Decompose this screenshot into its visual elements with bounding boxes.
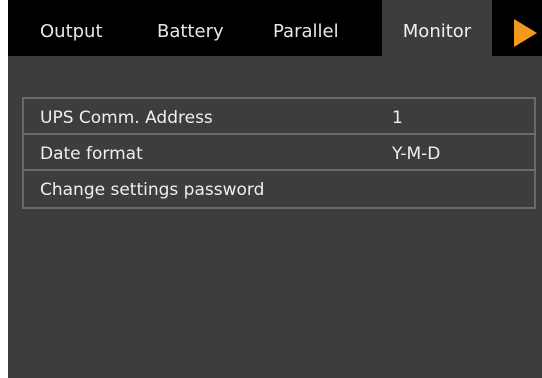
- settings-table: UPS Comm. Address 1 Date format Y-M-D Ch…: [22, 97, 536, 209]
- ups-display-screen: Output Battery Parallel Monitor UPS Comm…: [8, 0, 542, 378]
- tab-output[interactable]: Output: [40, 0, 103, 56]
- tab-monitor[interactable]: Monitor: [382, 0, 492, 56]
- setting-row-change-password[interactable]: Change settings password: [24, 171, 534, 207]
- device-frame: Output Battery Parallel Monitor UPS Comm…: [0, 0, 542, 378]
- tab-bar: Output Battery Parallel Monitor: [8, 0, 542, 56]
- tab-parallel[interactable]: Parallel: [273, 0, 339, 56]
- setting-label: UPS Comm. Address: [40, 108, 213, 128]
- setting-row-date-format[interactable]: Date format Y-M-D: [24, 135, 534, 171]
- setting-label: Date format: [40, 144, 143, 164]
- next-tab-button[interactable]: [512, 18, 538, 48]
- play-arrow-icon: [514, 19, 537, 47]
- setting-value: Y-M-D: [392, 144, 441, 164]
- setting-row-ups-comm-address[interactable]: UPS Comm. Address 1: [24, 99, 534, 135]
- tab-battery[interactable]: Battery: [157, 0, 224, 56]
- setting-label: Change settings password: [40, 180, 265, 200]
- setting-value: 1: [392, 108, 403, 128]
